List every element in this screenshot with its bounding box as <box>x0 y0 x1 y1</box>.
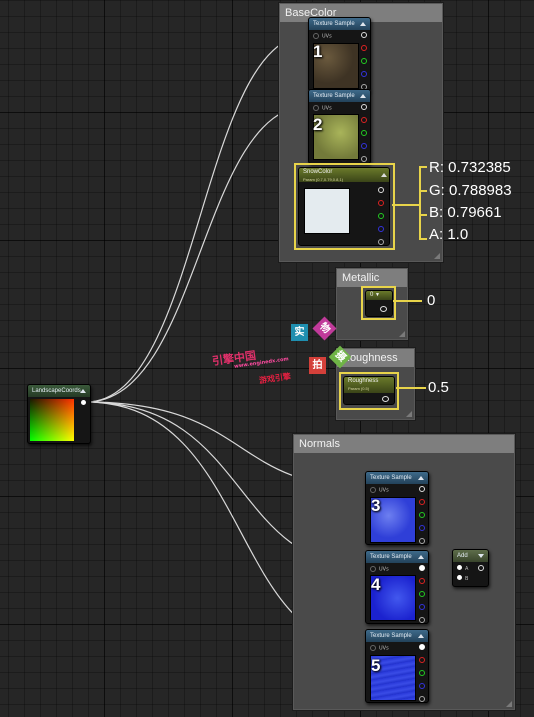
collapse-arrow-icon[interactable] <box>80 389 86 393</box>
rgb-pin-icon[interactable] <box>361 104 367 110</box>
watermark-char-3: 拍 <box>309 357 326 374</box>
input-pin-icon[interactable] <box>370 645 376 651</box>
input-pin-icon[interactable] <box>313 105 319 111</box>
uvs-input[interactable]: UVs <box>370 645 389 652</box>
bracket-tick <box>419 166 427 168</box>
b-pin-icon[interactable] <box>419 525 425 531</box>
landscape-coords-node[interactable]: LandscapeCoords <box>27 384 91 444</box>
collapse-arrow-icon[interactable] <box>360 22 366 26</box>
r-pin-icon[interactable] <box>419 499 425 505</box>
collapse-arrow-icon[interactable] <box>418 634 424 638</box>
callout-bracket <box>419 166 421 240</box>
number-label-3: 3 <box>371 496 381 515</box>
a-pin-icon[interactable] <box>361 156 367 162</box>
callout-r-value: R: 0.732385 <box>429 159 511 176</box>
metallic-highlight <box>361 286 396 320</box>
g-pin-icon[interactable] <box>361 130 367 136</box>
node-title: Texture Sample <box>366 472 428 484</box>
number-label-4: 4 <box>371 575 381 594</box>
rgb-pin-icon[interactable] <box>419 644 425 650</box>
input-pin-icon[interactable] <box>457 575 462 580</box>
uvs-input[interactable]: UVs <box>370 487 389 494</box>
add-input-b[interactable]: B <box>457 575 468 582</box>
output-pin-icon[interactable] <box>478 565 484 571</box>
collapse-arrow-icon[interactable] <box>418 476 424 480</box>
roughness-highlight <box>339 372 399 410</box>
r-pin-icon[interactable] <box>419 657 425 663</box>
uvs-input[interactable]: UVs <box>313 105 332 112</box>
number-label-5: 5 <box>371 656 381 675</box>
callout-connector <box>393 300 422 302</box>
add-node-title: Add <box>453 550 488 562</box>
landscape-coords-preview <box>30 399 74 441</box>
a-pin-icon[interactable] <box>419 696 425 702</box>
r-pin-icon[interactable] <box>361 45 367 51</box>
watermark-char-1: 实 <box>291 324 308 341</box>
a-pin-icon[interactable] <box>419 617 425 623</box>
bracket-tick <box>419 214 427 216</box>
input-pin-icon[interactable] <box>313 33 319 39</box>
metallic-comment-title: Metallic <box>337 269 407 287</box>
output-pins <box>419 486 425 551</box>
resize-handle[interactable] <box>434 253 440 259</box>
normals-comment-title: Normals <box>294 435 514 453</box>
landscape-coords-title: LandscapeCoords <box>28 385 90 397</box>
b-pin-icon[interactable] <box>361 143 367 149</box>
output-pin-icon[interactable] <box>81 400 86 405</box>
uvs-input[interactable]: UVs <box>313 33 332 40</box>
rgb-pin-icon[interactable] <box>361 32 367 38</box>
texture-sample-node-2[interactable]: Texture Sample UVs 2 <box>308 89 371 164</box>
node-title: Texture Sample <box>366 551 428 563</box>
snow-color-highlight <box>294 163 395 250</box>
r-pin-icon[interactable] <box>361 117 367 123</box>
resize-handle[interactable] <box>506 701 512 707</box>
number-label-1: 1 <box>313 42 323 61</box>
output-pins <box>419 565 425 630</box>
callout-connector <box>392 204 421 206</box>
collapse-arrow-icon[interactable] <box>360 94 366 98</box>
texture-sample-node-1[interactable]: Texture Sample UVs 1 <box>308 17 371 92</box>
callout-roughness-value: 0.5 <box>428 379 449 396</box>
callout-connector <box>396 387 426 389</box>
number-label-2: 2 <box>313 115 323 134</box>
callout-b-value: B: 0.79661 <box>429 204 502 221</box>
output-pins <box>419 644 425 709</box>
g-pin-icon[interactable] <box>361 58 367 64</box>
g-pin-icon[interactable] <box>419 670 425 676</box>
g-pin-icon[interactable] <box>419 591 425 597</box>
b-pin-icon[interactable] <box>361 71 367 77</box>
r-pin-icon[interactable] <box>419 578 425 584</box>
input-pin-icon[interactable] <box>370 566 376 572</box>
bracket-tick <box>419 190 427 192</box>
add-node[interactable]: Add A B <box>452 549 489 587</box>
node-title: Texture Sample <box>309 18 370 30</box>
output-pins <box>361 32 367 97</box>
callout-metallic-value: 0 <box>427 292 436 309</box>
callout-g-value: G: 0.788983 <box>429 182 512 199</box>
output-pins <box>361 104 367 169</box>
g-pin-icon[interactable] <box>419 512 425 518</box>
bracket-tick <box>419 238 427 240</box>
b-pin-icon[interactable] <box>419 604 425 610</box>
rgb-pin-icon[interactable] <box>419 565 425 571</box>
texture-sample-node-3[interactable]: Texture Sample UVs 3 <box>365 471 429 545</box>
node-title: Texture Sample <box>309 90 370 102</box>
input-pin-icon[interactable] <box>457 565 462 570</box>
texture-sample-node-4[interactable]: Texture Sample UVs 4 <box>365 550 429 624</box>
resize-handle[interactable] <box>399 331 405 337</box>
a-pin-icon[interactable] <box>419 538 425 544</box>
input-pin-icon[interactable] <box>370 487 376 493</box>
add-input-a[interactable]: A <box>457 565 468 572</box>
uvs-input[interactable]: UVs <box>370 566 389 573</box>
rgb-pin-icon[interactable] <box>419 486 425 492</box>
texture-sample-node-5[interactable]: Texture Sample UVs 5 <box>365 629 429 703</box>
b-pin-icon[interactable] <box>419 683 425 689</box>
resize-handle[interactable] <box>406 411 412 417</box>
node-title: Texture Sample <box>366 630 428 642</box>
collapse-arrow-icon[interactable] <box>418 555 424 559</box>
callout-a-value: A: 1.0 <box>429 226 469 243</box>
collapse-arrow-icon[interactable] <box>478 554 484 558</box>
